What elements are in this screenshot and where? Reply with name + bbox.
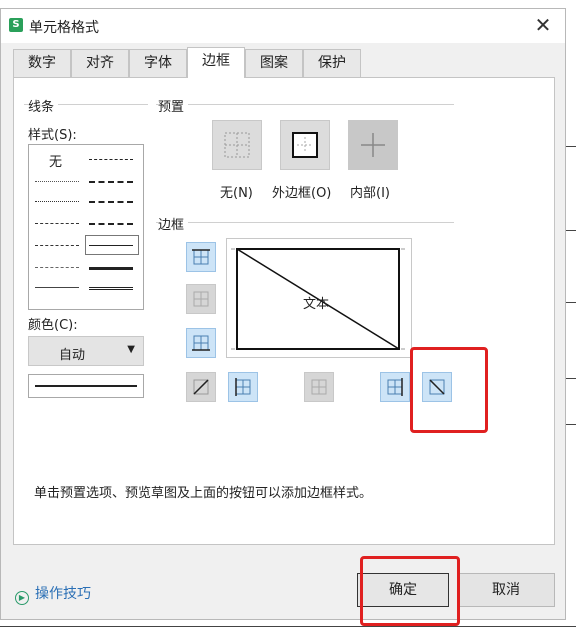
highlight-ok-button — [360, 556, 460, 626]
line-style-thick[interactable] — [89, 267, 133, 270]
border-diagonal-up-button[interactable] — [186, 372, 216, 402]
tab-number[interactable]: 数字 — [13, 49, 71, 77]
close-icon: ✕ — [534, 13, 552, 37]
highlight-diagonal-button — [410, 347, 488, 433]
preset-none-label: 无(N) — [220, 186, 253, 201]
preset-none-icon — [224, 132, 250, 158]
sheet-gridline — [566, 302, 576, 303]
line-style-dash-thin[interactable] — [35, 245, 79, 246]
divider — [156, 222, 454, 223]
border-inside-vertical-icon — [311, 379, 327, 395]
dialog-title: 单元格格式 — [29, 20, 99, 36]
tips-link[interactable]: ▶ 操作技巧 — [15, 583, 91, 605]
tab-alignment[interactable]: 对齐 — [71, 49, 129, 77]
divider — [156, 104, 454, 105]
line-style-list[interactable]: 无 — [28, 144, 144, 310]
preset-inside-icon — [361, 133, 385, 157]
line-style-thin-left[interactable] — [35, 287, 79, 288]
border-left-icon — [235, 378, 251, 396]
preset-none-button[interactable] — [212, 120, 262, 170]
sheet-gridline — [566, 230, 576, 231]
preset-outline-label: 外边框(O) — [272, 186, 332, 201]
color-preview-line — [35, 385, 137, 387]
tab-font[interactable]: 字体 — [129, 49, 187, 77]
line-style-medium-dash[interactable] — [89, 223, 133, 225]
diagonal-up-icon — [193, 379, 209, 395]
preset-outline-button[interactable] — [280, 120, 330, 170]
line-style-double[interactable] — [89, 287, 133, 290]
line-style-short-dash[interactable] — [35, 267, 79, 268]
preset-group-label: 预置 — [158, 96, 189, 115]
chevron-down-icon: ▼ — [127, 344, 135, 355]
border-inside-horizontal-button[interactable] — [186, 284, 216, 314]
line-group-label: 线条 — [28, 96, 59, 115]
line-style-hair[interactable] — [35, 181, 79, 182]
preset-inside-label: 内部(I) — [350, 186, 390, 201]
app-logo-icon: S — [9, 18, 23, 32]
cell-format-dialog: S 单元格格式 ✕ 数字 对齐 字体 边框 图案 保护 线条 样式(S): 无 — [0, 8, 566, 620]
preview-text: 文本 — [303, 297, 330, 312]
border-tab-panel: 线条 样式(S): 无 颜色(C): 自动 ▼ 预置 无(N) 外边框(O) 内… — [13, 77, 555, 545]
border-top-button[interactable] — [186, 242, 216, 272]
border-right-icon — [387, 378, 403, 396]
border-top-icon — [192, 249, 210, 265]
border-inside-vertical-button[interactable] — [304, 372, 334, 402]
line-style-dashdot[interactable] — [89, 201, 133, 203]
line-style-dashdot-thin[interactable] — [35, 223, 79, 224]
color-dropdown[interactable]: 自动 ▼ — [28, 336, 144, 366]
border-preview[interactable]: 文本 — [226, 238, 412, 358]
play-circle-icon: ▶ — [15, 591, 29, 605]
sheet-gridline — [566, 424, 576, 425]
color-label: 颜色(C): — [28, 314, 82, 333]
sheet-gridline — [566, 378, 576, 379]
border-right-button[interactable] — [380, 372, 410, 402]
border-bottom-button[interactable] — [186, 328, 216, 358]
color-dropdown-value: 自动 — [59, 348, 86, 363]
border-inside-horizontal-icon — [193, 291, 209, 307]
tab-protection[interactable]: 保护 — [303, 49, 361, 77]
tab-border[interactable]: 边框 — [187, 47, 245, 78]
line-style-none[interactable]: 无 — [49, 151, 62, 170]
line-style-thin[interactable] — [89, 245, 133, 246]
preset-inside-button[interactable] — [348, 120, 398, 170]
style-label: 样式(S): — [28, 124, 81, 143]
tips-label: 操作技巧 — [35, 586, 91, 602]
border-group-label: 边框 — [158, 214, 189, 233]
border-bottom-icon — [192, 335, 210, 351]
sheet-gridline — [0, 626, 576, 627]
hint-text: 单击预置选项、预览草图及上面的按钮可以添加边框样式。 — [34, 486, 373, 501]
border-left-button[interactable] — [228, 372, 258, 402]
title-bar: S 单元格格式 ✕ — [1, 9, 565, 43]
preset-outline-icon — [292, 132, 318, 158]
close-button[interactable]: ✕ — [531, 13, 555, 37]
line-style-dashdotdot[interactable] — [89, 159, 133, 160]
line-style-medium-dashdotdot[interactable] — [89, 181, 133, 183]
sheet-gridline — [566, 146, 576, 147]
line-style-dotted[interactable] — [35, 201, 79, 202]
color-preview — [28, 374, 144, 398]
cancel-button[interactable]: 取消 — [457, 573, 555, 607]
tab-pattern[interactable]: 图案 — [245, 49, 303, 77]
